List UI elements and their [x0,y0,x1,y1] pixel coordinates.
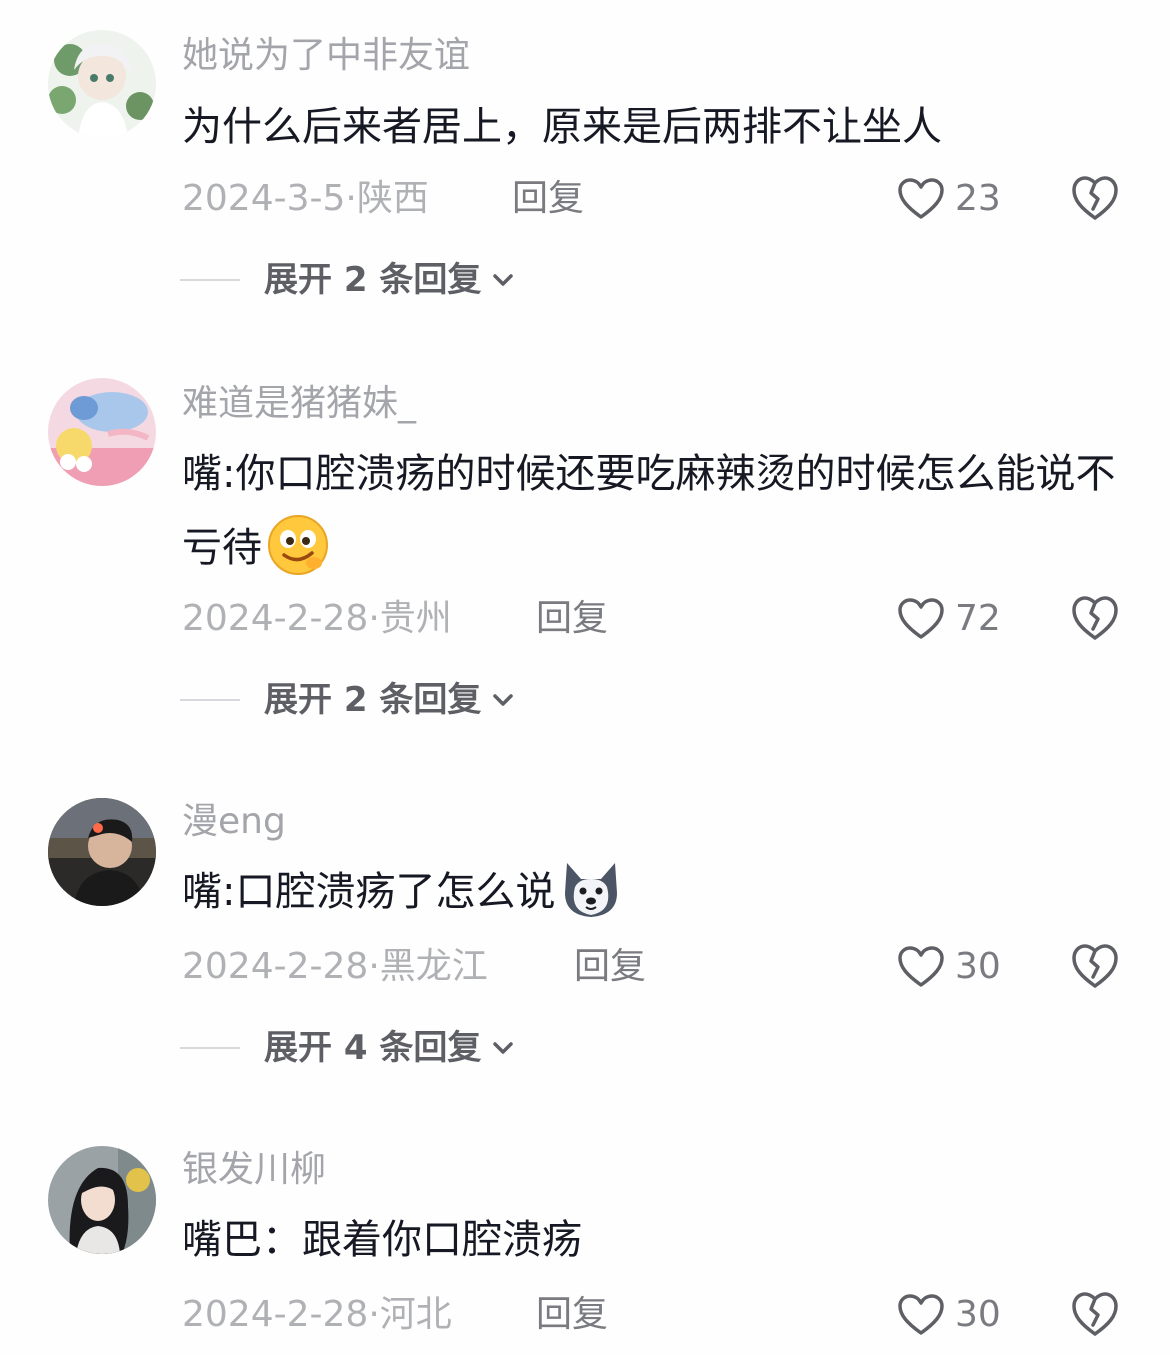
dislike-button[interactable] [1070,594,1120,644]
expand-replies-label: 展开 2 条回复 [264,260,482,300]
like-button[interactable]: 30 [897,1290,1001,1340]
avatar[interactable] [48,378,156,486]
expand-replies[interactable]: 展开 2 条回复 [180,255,517,305]
username[interactable]: 难道是猪猪妹_ [182,382,416,426]
divider [180,699,240,701]
heart-outline-icon [897,177,945,221]
heart-outline-icon [897,597,945,641]
dislike-button[interactable] [1070,174,1120,224]
reply-button[interactable]: 回复 [574,942,646,992]
divider [180,1047,240,1049]
broken-heart-icon [1070,942,1120,990]
comment-text: 为什么后来者居上，原来是后两排不让坐人 [182,104,942,150]
dislike-button[interactable] [1070,942,1120,992]
heart-outline-icon [897,1293,945,1337]
comment-text: 嘴巴：跟着你口腔溃疡 [182,1217,582,1263]
avatar[interactable] [48,798,156,906]
reply-button[interactable]: 回复 [512,174,584,224]
expand-replies-label: 展开 2 条回复 [264,680,482,720]
comment-date: 2024-2-28 [182,946,369,987]
comment-region: 陕西 [356,178,429,219]
comment-date: 2024-3-5 [182,178,346,219]
smirk-emoji [266,513,330,577]
comment-region: 黑龙江 [379,946,488,987]
broken-heart-icon [1070,594,1120,642]
broken-heart-icon [1070,1290,1120,1338]
like-button[interactable]: 23 [897,174,1001,224]
meta-separator: · [368,598,380,639]
like-count: 23 [955,178,1001,219]
comment-meta: 2024-2-28·黑龙江 [182,942,488,992]
comment-meta: 2024-2-28·贵州 [182,594,452,644]
reply-button[interactable]: 回复 [536,594,608,644]
reply-button[interactable]: 回复 [536,1290,608,1340]
comment-text-body: 嘴:口腔溃疡了怎么说 [182,869,556,915]
expand-replies[interactable]: 展开 2 条回复 [180,675,517,725]
meta-separator: · [345,178,357,219]
meta-separator: · [368,1294,380,1335]
comment-text: 嘴:口腔溃疡了怎么说 [182,855,1132,929]
expand-replies-label: 展开 4 条回复 [264,1028,482,1068]
heart-outline-icon [897,945,945,989]
username[interactable]: 她说为了中非友谊 [182,34,470,78]
chevron-down-icon [489,266,517,294]
like-count: 72 [955,598,1001,639]
comment-date: 2024-2-28 [182,1294,369,1335]
chevron-down-icon [489,1034,517,1062]
like-count: 30 [955,946,1001,987]
username[interactable]: 银发川柳 [182,1148,326,1192]
username[interactable]: 漫eng [182,800,286,844]
comment-meta: 2024-3-5·陕西 [182,174,429,224]
comment-region: 河北 [379,1294,452,1335]
husky-emoji [559,857,623,921]
expand-replies[interactable]: 展开 4 条回复 [180,1023,517,1073]
like-button[interactable]: 30 [897,942,1001,992]
like-count: 30 [955,1294,1001,1335]
chevron-down-icon [489,686,517,714]
comment-date: 2024-2-28 [182,598,369,639]
divider [180,279,240,281]
avatar[interactable] [48,30,156,138]
broken-heart-icon [1070,174,1120,222]
like-button[interactable]: 72 [897,594,1001,644]
meta-separator: · [368,946,380,987]
comment-region: 贵州 [379,598,452,639]
avatar[interactable] [48,1146,156,1254]
comment-text: 嘴:你口腔溃疡的时候还要吃麻辣烫的时候怎么能说不亏待 [182,437,1132,585]
comment-meta: 2024-2-28·河北 [182,1290,452,1340]
dislike-button[interactable] [1070,1290,1120,1340]
